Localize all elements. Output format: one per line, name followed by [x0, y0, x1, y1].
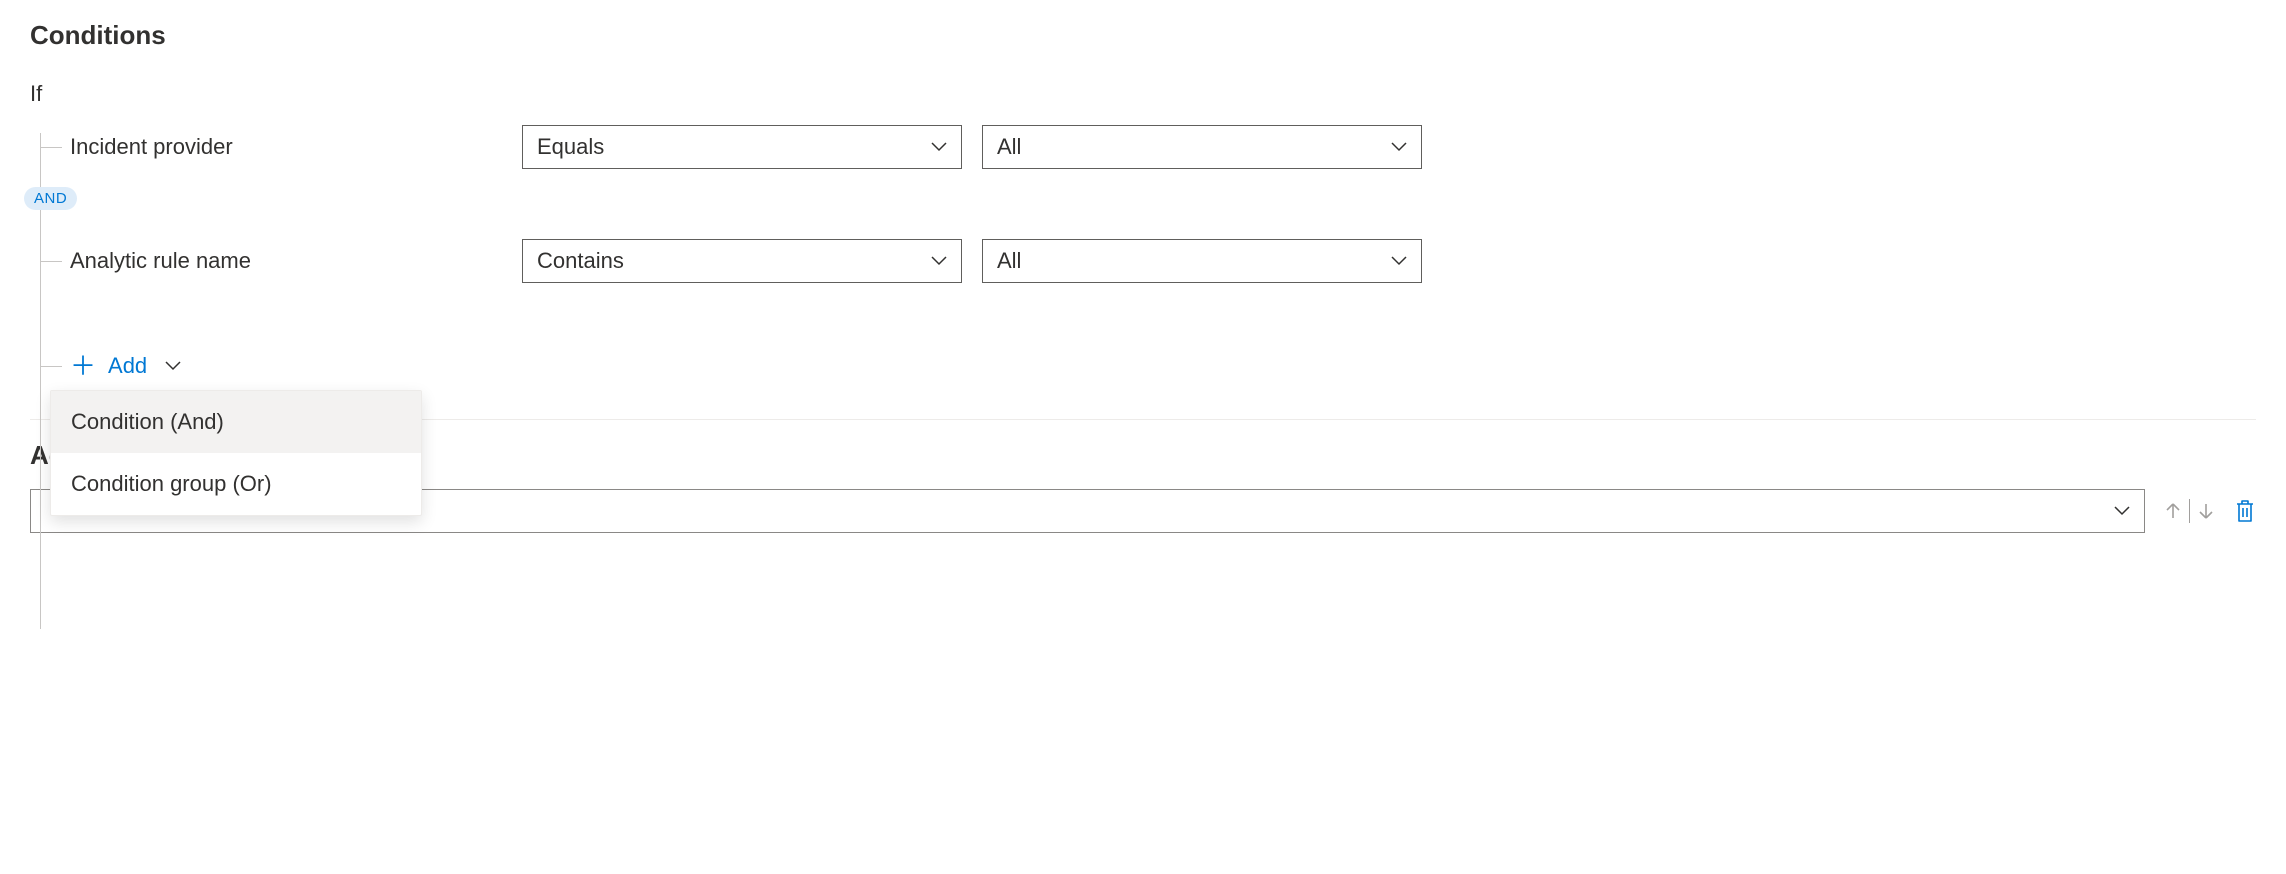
move-up-icon[interactable]	[2163, 501, 2183, 521]
tree-connector	[40, 261, 62, 262]
conditions-block: AND Incident provider Equals All Analyti…	[30, 125, 2256, 379]
dropdown-value: Equals	[537, 134, 604, 160]
menu-item-condition-group-or[interactable]: Condition group (Or)	[51, 453, 421, 515]
delete-icon[interactable]	[2234, 499, 2256, 523]
dropdown-value: All	[997, 134, 1021, 160]
condition-operator-dropdown[interactable]: Contains	[522, 239, 962, 283]
condition-field-label: Analytic rule name	[52, 248, 502, 274]
condition-row: Analytic rule name Contains All	[52, 239, 2256, 283]
tree-connector	[40, 366, 62, 367]
add-condition-button[interactable]: ＋ Add	[52, 353, 2256, 379]
menu-item-condition-and[interactable]: Condition (And)	[51, 391, 421, 453]
conditions-section: Conditions If AND Incident provider Equa…	[30, 20, 2256, 379]
chevron-down-icon	[1391, 139, 1407, 155]
move-down-icon[interactable]	[2196, 501, 2216, 521]
chevron-down-icon	[1391, 253, 1407, 269]
conditions-title: Conditions	[30, 20, 2256, 51]
condition-value-dropdown[interactable]: All	[982, 239, 1422, 283]
plus-icon: ＋	[70, 353, 96, 379]
condition-value-dropdown[interactable]: All	[982, 125, 1422, 169]
condition-field-label: Incident provider	[52, 134, 502, 160]
if-label: If	[30, 81, 2256, 107]
dropdown-value: All	[997, 248, 1021, 274]
chevron-down-icon	[931, 253, 947, 269]
add-label: Add	[108, 353, 147, 379]
condition-row: Incident provider Equals All	[52, 125, 2256, 169]
chevron-down-icon	[931, 139, 947, 155]
chevron-down-icon	[165, 361, 181, 371]
action-reorder-controls	[2163, 499, 2216, 523]
tree-connector	[40, 147, 62, 148]
separator	[2189, 499, 2190, 523]
and-operator-badge: AND	[24, 187, 77, 210]
add-condition-menu: Condition (And) Condition group (Or)	[50, 390, 422, 516]
condition-operator-dropdown[interactable]: Equals	[522, 125, 962, 169]
chevron-down-icon	[2114, 503, 2130, 519]
dropdown-value: Contains	[537, 248, 624, 274]
